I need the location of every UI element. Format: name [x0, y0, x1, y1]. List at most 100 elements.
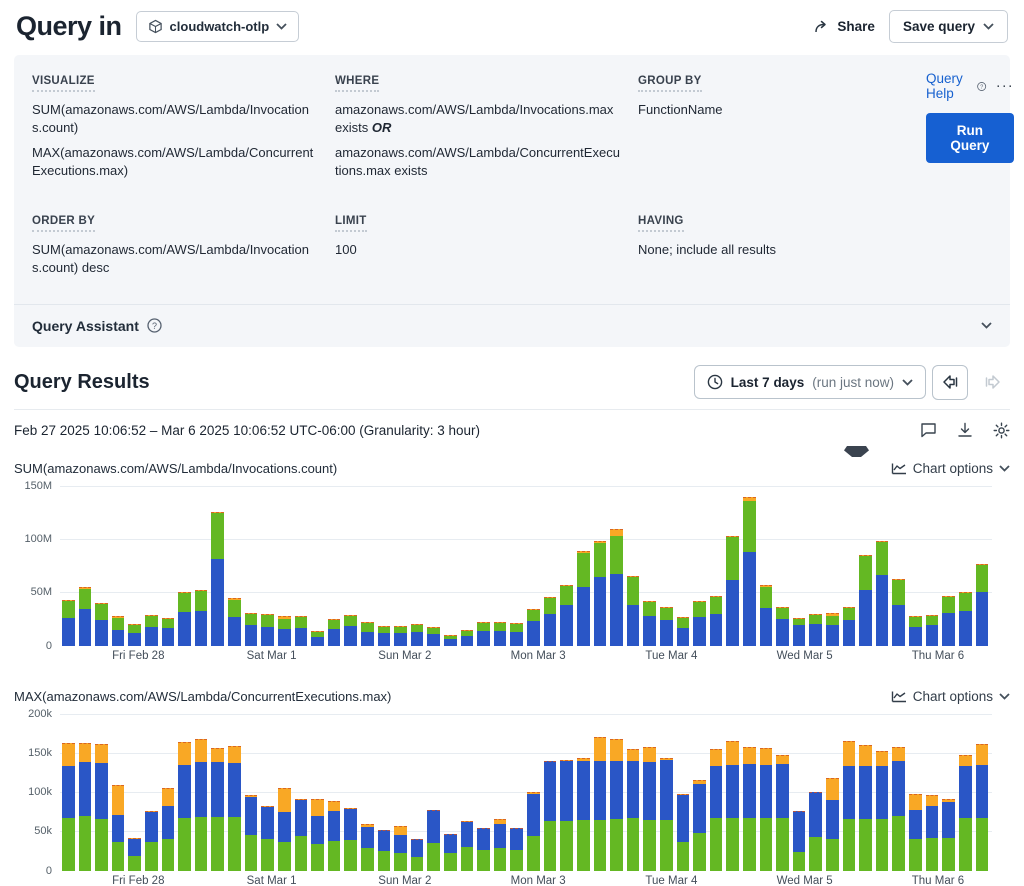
stacked-bar[interactable] [178, 714, 191, 871]
stacked-bar[interactable] [328, 714, 341, 871]
stacked-bar[interactable] [859, 486, 872, 646]
stacked-bar[interactable] [809, 486, 822, 646]
concurrent-executions-chart[interactable]: 200k150k100k50k0 [14, 714, 992, 871]
stacked-bar[interactable] [843, 714, 856, 871]
stacked-bar[interactable] [926, 486, 939, 646]
stacked-bar[interactable] [809, 714, 822, 871]
share-button[interactable]: Share [814, 19, 875, 34]
stacked-bar[interactable] [344, 714, 357, 871]
history-back-button[interactable] [932, 365, 968, 400]
stacked-bar[interactable] [245, 486, 258, 646]
stacked-bar[interactable] [776, 714, 789, 871]
stacked-bar[interactable] [643, 714, 656, 871]
stacked-bar[interactable] [760, 486, 773, 646]
chart1-options-button[interactable]: Chart options [891, 461, 1010, 476]
stacked-bar[interactable] [112, 486, 125, 646]
stacked-bar[interactable] [79, 714, 92, 871]
stacked-bar[interactable] [826, 714, 839, 871]
stacked-bar[interactable] [261, 486, 274, 646]
stacked-bar[interactable] [610, 714, 623, 871]
clause-value[interactable]: amazonaws.com/AWS/Lambda/Invocations.max… [335, 101, 620, 138]
stacked-bar[interactable] [660, 486, 673, 646]
stacked-bar[interactable] [959, 714, 972, 871]
stacked-bar[interactable] [909, 486, 922, 646]
stacked-bar[interactable] [95, 714, 108, 871]
stacked-bar[interactable] [527, 714, 540, 871]
stacked-bar[interactable] [743, 714, 756, 871]
stacked-bar[interactable] [62, 714, 75, 871]
stacked-bar[interactable] [311, 714, 324, 871]
stacked-bar[interactable] [378, 714, 391, 871]
invocations-chart[interactable]: 150M100M50M0 [14, 486, 992, 646]
stacked-bar[interactable] [62, 486, 75, 646]
stacked-bar[interactable] [826, 486, 839, 646]
stacked-bar[interactable] [461, 486, 474, 646]
dataset-selector[interactable]: cloudwatch-otlp [136, 11, 300, 42]
stacked-bar[interactable] [544, 714, 557, 871]
stacked-bar[interactable] [461, 714, 474, 871]
stacked-bar[interactable] [510, 714, 523, 871]
clause-value[interactable]: SUM(amazonaws.com/AWS/Lambda/Invocations… [32, 101, 317, 138]
stacked-bar[interactable] [527, 486, 540, 646]
stacked-bar[interactable] [909, 714, 922, 871]
stacked-bar[interactable] [594, 714, 607, 871]
stacked-bar[interactable] [793, 714, 806, 871]
help-circle-icon[interactable]: ? [977, 79, 986, 94]
stacked-bar[interactable] [311, 486, 324, 646]
stacked-bar[interactable] [660, 714, 673, 871]
stacked-bar[interactable] [859, 714, 872, 871]
stacked-bar[interactable] [876, 486, 889, 646]
order-by-clause[interactable]: ORDER BYSUM(amazonaws.com/AWS/Lambda/Inv… [32, 211, 317, 284]
stacked-bar[interactable] [95, 486, 108, 646]
stacked-bar[interactable] [760, 714, 773, 871]
stacked-bar[interactable] [627, 714, 640, 871]
stacked-bar[interactable] [693, 486, 706, 646]
query-help-link[interactable]: Query Help [926, 71, 968, 101]
stacked-bar[interactable] [278, 486, 291, 646]
clause-value[interactable]: 100 [335, 241, 620, 259]
stacked-bar[interactable] [394, 714, 407, 871]
stacked-bar[interactable] [261, 714, 274, 871]
stacked-bar[interactable] [195, 714, 208, 871]
stacked-bar[interactable] [195, 486, 208, 646]
stacked-bar[interactable] [145, 486, 158, 646]
stacked-bar[interactable] [128, 486, 141, 646]
stacked-bar[interactable] [610, 486, 623, 646]
clause-value[interactable]: MAX(amazonaws.com/AWS/Lambda/ConcurrentE… [32, 144, 317, 181]
stacked-bar[interactable] [477, 714, 490, 871]
stacked-bar[interactable] [726, 486, 739, 646]
stacked-bar[interactable] [776, 486, 789, 646]
stacked-bar[interactable] [976, 714, 989, 871]
stacked-bar[interactable] [112, 714, 125, 871]
stacked-bar[interactable] [892, 714, 905, 871]
stacked-bar[interactable] [245, 714, 258, 871]
stacked-bar[interactable] [211, 714, 224, 871]
stacked-bar[interactable] [295, 714, 308, 871]
stacked-bar[interactable] [427, 486, 440, 646]
stacked-bar[interactable] [394, 486, 407, 646]
stacked-bar[interactable] [892, 486, 905, 646]
history-forward-button[interactable] [974, 365, 1010, 400]
stacked-bar[interactable] [560, 714, 573, 871]
stacked-bar[interactable] [942, 714, 955, 871]
stacked-bar[interactable] [710, 714, 723, 871]
stacked-bar[interactable] [510, 486, 523, 646]
stacked-bar[interactable] [361, 486, 374, 646]
stacked-bar[interactable] [627, 486, 640, 646]
stacked-bar[interactable] [693, 714, 706, 871]
stacked-bar[interactable] [710, 486, 723, 646]
stacked-bar[interactable] [594, 486, 607, 646]
stacked-bar[interactable] [344, 486, 357, 646]
stacked-bar[interactable] [843, 486, 856, 646]
more-menu-button[interactable]: ··· [996, 82, 1014, 90]
clause-value[interactable]: SUM(amazonaws.com/AWS/Lambda/Invocations… [32, 241, 317, 278]
stacked-bar[interactable] [411, 486, 424, 646]
stacked-bar[interactable] [295, 486, 308, 646]
stacked-bar[interactable] [876, 714, 889, 871]
stacked-bar[interactable] [427, 714, 440, 871]
stacked-bar[interactable] [743, 486, 756, 646]
chart2-options-button[interactable]: Chart options [891, 689, 1010, 704]
stacked-bar[interactable] [444, 714, 457, 871]
stacked-bar[interactable] [361, 714, 374, 871]
download-button[interactable] [957, 422, 973, 438]
